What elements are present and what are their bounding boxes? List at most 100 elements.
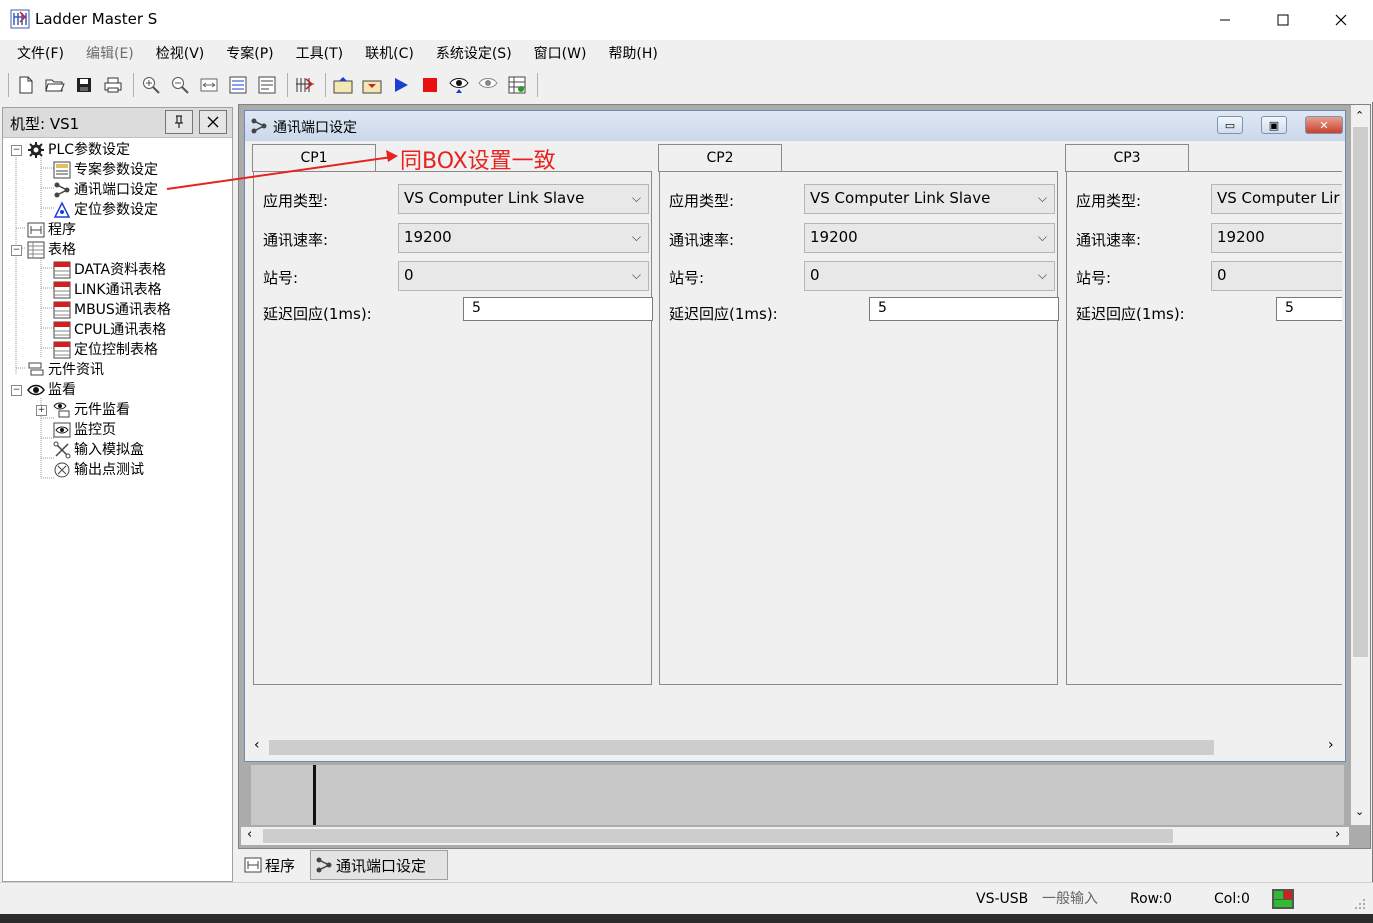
- baud-label: 通讯速率:: [1076, 231, 1142, 249]
- scroll-left-arrow[interactable]: ‹: [247, 827, 252, 842]
- scroll-right-arrow[interactable]: ›: [1328, 737, 1334, 753]
- station-select[interactable]: 0 ⌵: [804, 261, 1055, 291]
- station-select[interactable]: 0: [1211, 261, 1342, 291]
- tree-project-params[interactable]: 专案参数设定: [53, 160, 158, 180]
- delay-input[interactable]: 5: [869, 297, 1059, 321]
- network-icon: [53, 181, 71, 199]
- scroll-right-arrow[interactable]: ›: [1335, 827, 1340, 842]
- baud-select[interactable]: 19200: [1211, 223, 1342, 253]
- tree-mbus-table[interactable]: MBUS通讯表格: [53, 300, 171, 320]
- pin-icon[interactable]: [165, 110, 193, 134]
- app-type-select[interactable]: VS Computer Link Slave ⌵: [398, 184, 649, 214]
- upload-plc-icon[interactable]: [330, 72, 356, 98]
- toolbar: [0, 68, 1373, 102]
- child-restore-button[interactable]: ▣: [1261, 116, 1287, 134]
- open-folder-icon[interactable]: [42, 72, 68, 98]
- zoom-out-icon[interactable]: [167, 72, 193, 98]
- expand-toggle[interactable]: +: [36, 405, 47, 416]
- compile-icon[interactable]: [292, 72, 318, 98]
- ladder-insert-icon[interactable]: [225, 72, 251, 98]
- menu-help[interactable]: 帮助(H): [597, 42, 668, 66]
- maximize-button[interactable]: [1254, 0, 1312, 40]
- expand-toggle[interactable]: −: [11, 385, 22, 396]
- app-type-select[interactable]: VS Computer Lir: [1211, 184, 1342, 214]
- monitor-page-icon: [53, 421, 71, 439]
- monitor-stop-icon[interactable]: [475, 72, 501, 98]
- tree-program[interactable]: 程序: [27, 220, 76, 240]
- station-label: 站号:: [1076, 269, 1112, 287]
- scroll-down-arrow[interactable]: ⌄: [1355, 805, 1364, 818]
- ladder-edit-icon[interactable]: [254, 72, 280, 98]
- menu-window[interactable]: 窗口(W): [523, 42, 598, 66]
- print-icon[interactable]: [100, 72, 126, 98]
- port-group-cp1: 应用类型: VS Computer Link Slave ⌵ 通讯速率: 1920…: [253, 171, 653, 685]
- delay-input[interactable]: 5: [463, 297, 653, 321]
- menu-project[interactable]: 专案(P): [215, 42, 284, 66]
- mdi-horizontal-scrollbar[interactable]: ‹ ›: [241, 827, 1349, 845]
- project-settings-icon: [53, 161, 71, 179]
- menu-view[interactable]: 检视(V): [145, 42, 216, 66]
- expand-toggle[interactable]: −: [11, 245, 22, 256]
- menu-tools[interactable]: 工具(T): [285, 42, 354, 66]
- zoom-in-icon[interactable]: [138, 72, 164, 98]
- status-table-icon[interactable]: [504, 72, 530, 98]
- tab-cp3[interactable]: CP3: [1065, 144, 1189, 172]
- monitor-icon[interactable]: [446, 72, 472, 98]
- save-icon[interactable]: [71, 72, 97, 98]
- scroll-up-arrow[interactable]: ⌃: [1355, 109, 1364, 122]
- tree-plc-params[interactable]: PLC参数设定: [27, 140, 130, 160]
- scroll-thumb[interactable]: [263, 829, 1173, 843]
- panel-close-icon[interactable]: [199, 110, 227, 134]
- tree-cpul-table[interactable]: CPUL通讯表格: [53, 320, 166, 340]
- tree-position-params[interactable]: 定位参数设定: [53, 200, 158, 220]
- title-bar: Ladder Master S: [0, 0, 1373, 40]
- minimize-button[interactable]: [1196, 0, 1254, 40]
- delay-input[interactable]: 5: [1276, 297, 1342, 321]
- position-icon: [53, 201, 71, 219]
- close-button[interactable]: [1312, 0, 1370, 40]
- expand-toggle[interactable]: −: [11, 145, 22, 156]
- menu-edit[interactable]: 编辑(E): [75, 42, 145, 66]
- tree-link-table[interactable]: LINK通讯表格: [53, 280, 162, 300]
- child-horizontal-scrollbar[interactable]: ‹ ›: [247, 737, 1343, 757]
- tree-monitor[interactable]: 监看: [27, 380, 76, 400]
- toolbar-grip: [8, 73, 9, 97]
- menu-system-settings[interactable]: 系统设定(S): [425, 42, 523, 66]
- app-type-select[interactable]: VS Computer Link Slave ⌵: [804, 184, 1055, 214]
- mdi-vertical-scrollbar[interactable]: ⌃ ⌄: [1351, 105, 1370, 825]
- fit-width-icon[interactable]: [196, 72, 222, 98]
- baud-select[interactable]: 19200 ⌵: [804, 223, 1055, 253]
- tree-data-table[interactable]: DATA资料表格: [53, 260, 166, 280]
- stop-icon[interactable]: [417, 72, 443, 98]
- scroll-left-arrow[interactable]: ‹: [254, 737, 260, 753]
- station-select[interactable]: 0 ⌵: [398, 261, 649, 291]
- tree-position-table[interactable]: 定位控制表格: [53, 340, 158, 360]
- tree-output-test[interactable]: 输出点测试: [53, 460, 144, 480]
- child-minimize-button[interactable]: ▭: [1217, 116, 1243, 134]
- tree-monitor-page[interactable]: 监控页: [53, 420, 116, 440]
- tree-tables[interactable]: 表格: [27, 240, 76, 260]
- run-icon[interactable]: [388, 72, 414, 98]
- tree-component-info[interactable]: 元件资讯: [27, 360, 104, 380]
- menu-online[interactable]: 联机(C): [354, 42, 425, 66]
- menu-file[interactable]: 文件(F): [6, 42, 75, 66]
- resize-grip-icon[interactable]: [1353, 897, 1367, 915]
- child-title-bar: 通讯端口设定 ▭ ▣ ✕: [245, 111, 1345, 141]
- child-close-button[interactable]: ✕: [1305, 116, 1343, 134]
- tab-comm-port[interactable]: 通讯端口设定: [310, 850, 448, 880]
- delay-label: 延迟回应(1ms):: [1076, 305, 1185, 323]
- new-file-icon[interactable]: [13, 72, 39, 98]
- scroll-thumb[interactable]: [1353, 127, 1368, 657]
- scroll-thumb[interactable]: [269, 740, 1214, 755]
- download-plc-icon[interactable]: [359, 72, 385, 98]
- baud-select[interactable]: 19200 ⌵: [398, 223, 649, 253]
- ladder-power-rail: [313, 765, 316, 825]
- tab-program[interactable]: 程序: [244, 852, 314, 878]
- plc-status-icon: [1270, 887, 1296, 915]
- station-label: 站号:: [263, 269, 299, 287]
- tree-component-monitor[interactable]: 元件监看: [53, 400, 130, 420]
- chevron-down-icon: ⌵: [1037, 230, 1047, 244]
- tab-cp2[interactable]: CP2: [658, 144, 782, 172]
- tree-comm-port[interactable]: 通讯端口设定: [53, 180, 158, 200]
- tree-input-sim[interactable]: 输入模拟盒: [53, 440, 144, 460]
